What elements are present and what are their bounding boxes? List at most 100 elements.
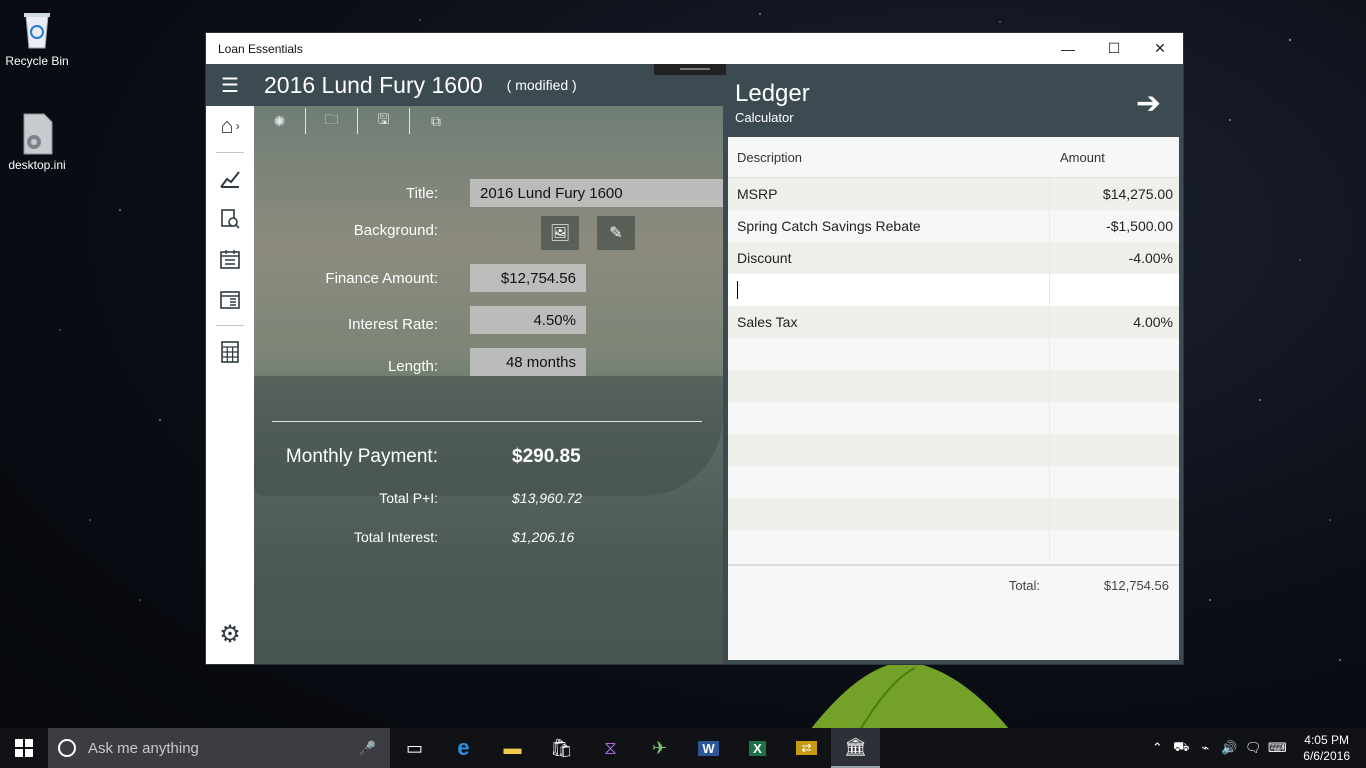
window-title: Loan Essentials [218,41,303,56]
table-row-empty[interactable] [728,466,1179,498]
app-tray-icon[interactable]: ⛟ [1169,739,1193,757]
clock-date: 6/6/2016 [1303,749,1350,763]
row-amount-input[interactable] [1050,274,1179,306]
total-label: Total: [1008,577,1040,593]
system-tray: ⌃ ⛟ ⌁ 🔊 🗨 ⌨ 4:05 PM 6/6/2016 [1145,728,1366,768]
open-button[interactable]: 🗀 [306,108,358,134]
search-box[interactable]: Ask me anything 🎤 [48,728,390,768]
ledger-table-header: Description Amount [728,137,1179,178]
cortana-icon [58,739,76,757]
ledger-title: Ledger [735,80,810,107]
taskbar-store[interactable]: 🛍 [537,728,586,768]
monthly-payment-value: $290.85 [512,446,581,467]
row-description-input[interactable] [728,274,1050,306]
calendar-schedule-icon [220,291,240,309]
save-as-button[interactable]: ⧉ [410,108,462,134]
document-title: 2016 Lund Fury 1600 [264,71,483,98]
choose-background-button[interactable]: 🖼 [541,216,579,250]
taskbar-loan-essentials[interactable]: 🏛 [831,728,880,768]
nav-document-search[interactable] [206,199,254,239]
line-chart-icon [220,171,240,188]
table-row[interactable]: Spring Catch Savings Rebate -$1,500.00 [728,210,1179,242]
tent-glow [810,661,1010,730]
row-description[interactable]: MSRP [728,178,1050,210]
chevron-up-icon[interactable]: ⌃ [1145,740,1169,756]
task-view-button[interactable]: ▭ [390,728,439,768]
background-label: Background: [353,221,438,239]
nav-calendar[interactable] [206,239,254,279]
text-caret [737,281,738,299]
settings-file-icon [18,112,56,155]
finance-amount-field[interactable]: $12,754.56 [470,264,586,292]
folder-icon: ▬ [503,737,522,758]
microphone-icon[interactable]: 🎤 [359,740,376,757]
ledger-header: Ledger Calculator ➔ [726,64,1183,137]
clock[interactable]: 4:05 PM 6/6/2016 [1289,732,1366,764]
app-window: Loan Essentials — ☐ ✕ ☰ 2016 Lund Fury 1… [206,33,1183,664]
nav-chart[interactable] [206,159,254,199]
interest-rate-field[interactable]: 4.50% [470,306,586,334]
total-interest-label: Total Interest: [353,529,438,545]
app-header: ☰ 2016 Lund Fury 1600 ( modified ) [206,64,726,106]
length-field[interactable]: 48 months [470,348,586,376]
nav-schedule[interactable] [206,279,254,319]
title-field[interactable]: 2016 Lund Fury 1600 [470,179,723,207]
row-description[interactable]: Sales Tax [728,306,1050,338]
clear-background-button[interactable]: ✎ [597,216,635,250]
panel-resize-grip[interactable] [654,64,736,75]
windows-logo-icon [15,739,33,757]
new-button[interactable]: ✺ [254,108,306,134]
row-amount[interactable]: $14,275.00 [1050,178,1179,210]
folder-icon: 🗀 [324,111,339,127]
ledger-total-row: Total: $12,754.56 [728,564,1179,604]
notification-icon[interactable]: 🗨 [1241,740,1265,756]
table-row-empty[interactable] [728,434,1179,466]
taskbar-app-yellow[interactable]: ⇄ [782,728,831,768]
desktop-icon-recycle-bin[interactable]: Recycle Bin [2,8,72,68]
network-icon[interactable]: ⌁ [1193,740,1217,756]
table-row-empty[interactable] [728,530,1179,562]
sparkle-icon: ✺ [273,112,286,129]
save-button[interactable]: 🖫 [358,108,410,134]
row-amount[interactable]: -$1,500.00 [1050,210,1179,242]
row-description[interactable]: Discount [728,242,1050,274]
total-pi-label: Total P+I: [379,490,438,506]
volume-icon[interactable]: 🔊 [1217,740,1241,756]
nav-calculator[interactable] [206,332,254,372]
table-row-editing[interactable] [728,274,1179,306]
taskbar-app-globe[interactable]: ✈ [635,728,684,768]
desktop-icon-label: desktop.ini [8,158,66,172]
taskbar-word[interactable]: W [684,728,733,768]
length-label: Length: [387,357,438,375]
close-button[interactable]: ✕ [1137,33,1183,64]
taskbar-file-explorer[interactable]: ▬ [488,728,537,768]
keyboard-icon[interactable]: ⌨ [1265,740,1289,756]
visual-studio-icon: ⧖ [604,737,617,758]
taskbar: Ask me anything 🎤 ▭ e ▬ 🛍 ⧖ ✈ W X ⇄ 🏛 ⌃ … [0,728,1366,768]
home-icon: ⌂ [220,113,234,138]
start-button[interactable] [0,728,48,768]
table-row-empty[interactable] [728,370,1179,402]
table-row-empty[interactable] [728,402,1179,434]
minimize-button[interactable]: — [1045,33,1091,64]
nav-home[interactable]: ⌂ › [206,106,254,146]
desktop-icon-desktop-ini[interactable]: desktop.ini [2,112,72,172]
maximize-button[interactable]: ☐ [1091,33,1137,64]
row-description[interactable]: Spring Catch Savings Rebate [728,210,1050,242]
taskbar-visual-studio[interactable]: ⧖ [586,728,635,768]
table-row-empty[interactable] [728,338,1179,370]
row-amount[interactable]: -4.00% [1050,242,1179,274]
edge-icon: e [457,735,470,760]
table-row[interactable]: MSRP $14,275.00 [728,178,1179,210]
nav-settings[interactable]: ⚙ [206,614,254,654]
row-amount[interactable]: 4.00% [1050,306,1179,338]
taskbar-excel[interactable]: X [733,728,782,768]
table-row-empty[interactable] [728,498,1179,530]
table-row[interactable]: Sales Tax 4.00% [728,306,1179,338]
hamburger-menu-icon[interactable]: ☰ [206,64,254,106]
table-row[interactable]: Discount -4.00% [728,242,1179,274]
loan-form-panel: ✺ 🗀 🖫 ⧉ Title: 2016 Lund Fury 1600 Backg… [254,106,723,664]
arrow-right-icon[interactable]: ➔ [1136,86,1161,121]
window-titlebar[interactable]: Loan Essentials — ☐ ✕ [206,33,1183,64]
taskbar-edge[interactable]: e [439,728,488,768]
